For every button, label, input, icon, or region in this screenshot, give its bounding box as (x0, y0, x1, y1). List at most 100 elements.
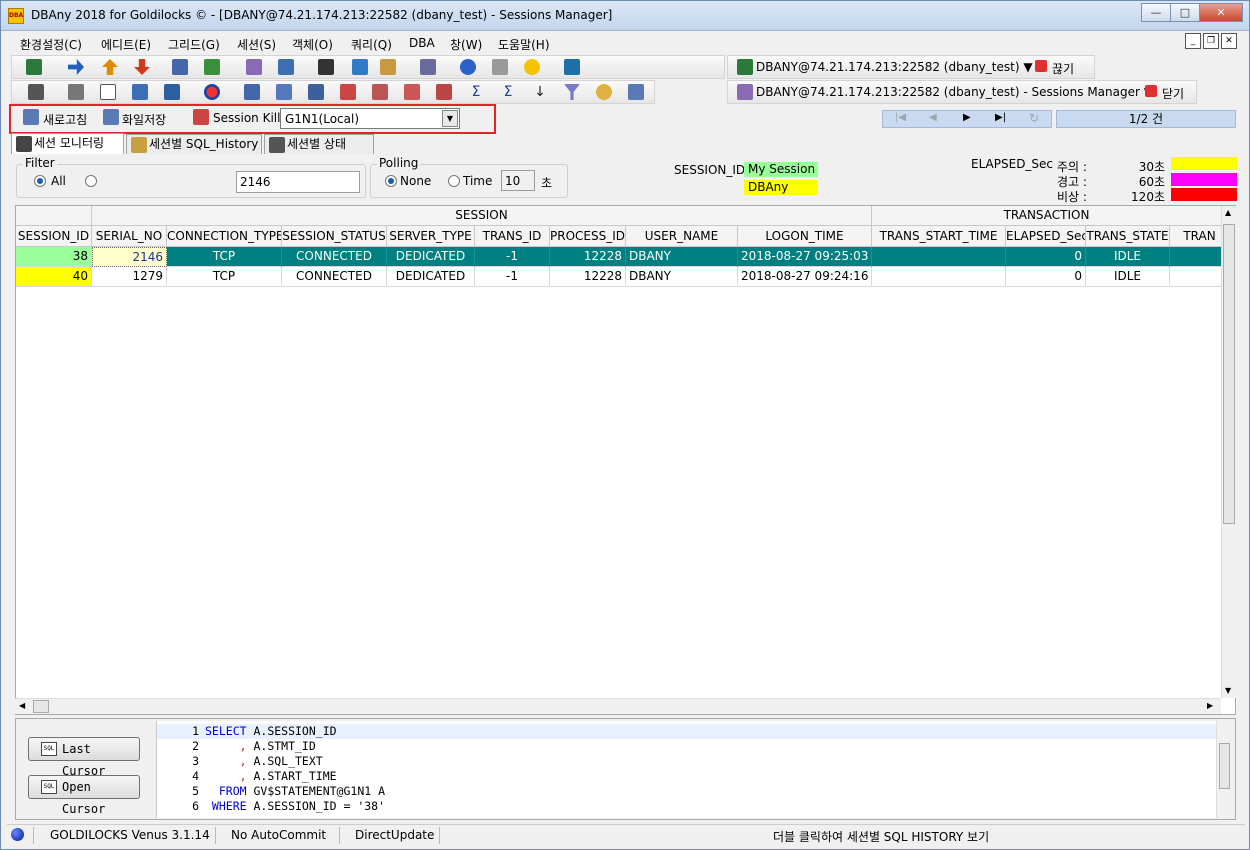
cell-connection-type[interactable]: TCP (167, 267, 282, 287)
chevron-down-icon[interactable]: ▼ (442, 110, 458, 127)
spreadsheet-icon[interactable] (204, 59, 220, 75)
cell-elapsed-sec[interactable]: 0 (1006, 267, 1086, 287)
scroll-right-icon[interactable]: ▶ (1207, 701, 1213, 710)
mdi-minimize-button[interactable]: _ (1185, 33, 1201, 49)
cell-connection-type[interactable]: TCP (167, 247, 282, 267)
cell-user-name[interactable]: DBANY (626, 267, 738, 287)
sql-scrollbar[interactable] (1216, 721, 1232, 818)
menu-query[interactable]: 쿼리(Q) (351, 36, 392, 53)
filter-all-radio[interactable] (34, 175, 46, 187)
cell-session-status[interactable]: CONNECTED (282, 267, 387, 287)
column-header-session-status[interactable]: SESSION_STATUS (282, 226, 387, 247)
bar-chart-icon[interactable] (318, 59, 334, 75)
polling-none-radio[interactable] (385, 175, 397, 187)
dba-logo-icon[interactable] (524, 59, 540, 75)
sort-icon[interactable]: ↓ (532, 84, 548, 100)
filter-icon[interactable] (564, 84, 580, 100)
column-header-elapsed-sec[interactable]: ELAPSED_Sec (1006, 226, 1086, 247)
download-icon[interactable] (134, 59, 150, 75)
menu-session[interactable]: 세션(S) (237, 36, 276, 53)
cell-session-status[interactable]: CONNECTED (282, 247, 387, 267)
cell-serial-no[interactable]: 2146 (92, 247, 167, 267)
cell-trans-start-time[interactable] (872, 247, 1006, 267)
menu-object[interactable]: 객체(O) (292, 36, 333, 53)
last-page-icon[interactable]: ▶| (995, 112, 1006, 123)
table-key-icon[interactable] (436, 84, 452, 100)
report-icon[interactable] (380, 59, 396, 75)
tab-session-status[interactable]: 세션별 상태 (264, 134, 374, 154)
column-header-trans-state[interactable]: TRANS_STATE (1086, 226, 1170, 247)
menu-dba[interactable]: DBA (409, 36, 435, 50)
scroll-up-icon[interactable]: ▲ (1225, 208, 1231, 217)
cell-trans-state[interactable]: IDLE (1086, 267, 1170, 287)
horizontal-scroll-thumb[interactable] (33, 700, 49, 713)
print-icon[interactable] (68, 84, 84, 100)
column-header-trans-start-time[interactable]: TRANS_START_TIME (872, 226, 1006, 247)
font-icon[interactable] (164, 84, 180, 100)
table-export-icon[interactable] (372, 84, 388, 100)
column-header-serial-no[interactable]: SERIAL_NO (92, 226, 167, 247)
last-cursor-button[interactable]: SQL Last Cursor (28, 737, 140, 778)
mdi-close-button[interactable]: ✕ (1221, 33, 1237, 49)
column-header-connection-type[interactable]: CONNECTION_TYPE (167, 226, 282, 247)
menu-edit[interactable]: 에디트(E) (101, 36, 151, 53)
maximize-button[interactable]: □ (1170, 3, 1200, 22)
filter-input[interactable]: 2146 (236, 171, 360, 193)
cell-session-id[interactable]: 40 (16, 267, 92, 287)
record-icon[interactable] (204, 84, 220, 100)
cell-user-name[interactable]: DBANY (626, 247, 738, 267)
disconnect-button[interactable]: 끊기 (1052, 60, 1074, 77)
column-header-server-type[interactable]: SERVER_TYPE (387, 226, 475, 247)
menu-grid[interactable]: 그리드(G) (168, 36, 220, 53)
cell-logon-time[interactable]: 2018-08-27 09:24:16 (738, 267, 872, 287)
menu-settings[interactable]: 환경설정(C) (20, 36, 82, 53)
arrow-right-icon[interactable] (68, 59, 84, 75)
sum-icon[interactable]: Σ (468, 84, 484, 100)
connect-icon[interactable] (26, 59, 42, 75)
tab-sql-history[interactable]: 세션별 SQL_History (126, 134, 262, 154)
window-list-icon[interactable] (628, 84, 644, 100)
column-header-session-id[interactable]: SESSION_ID (16, 226, 92, 247)
table-view-icon[interactable] (308, 84, 324, 100)
polling-time-input[interactable]: 10 (501, 170, 535, 191)
cell-logon-time[interactable]: 2018-08-27 09:25:03 (738, 247, 872, 267)
close-window-button[interactable]: ✕ (1199, 3, 1243, 22)
cell-trans-id[interactable]: -1 (475, 267, 550, 287)
close-doc-button[interactable]: 닫기 (1162, 85, 1184, 102)
filter-value-radio[interactable] (85, 175, 97, 187)
prev-page-icon[interactable]: ◀ (929, 112, 937, 123)
table-delete-icon[interactable] (340, 84, 356, 100)
polling-time-radio[interactable] (448, 175, 460, 187)
cell-session-id[interactable]: 38 (16, 247, 92, 267)
grid-horizontal-scrollbar[interactable]: ◀ ▶ (15, 698, 1221, 714)
list-icon[interactable] (172, 59, 188, 75)
scroll-down-icon[interactable]: ▼ (1225, 686, 1231, 695)
binoculars-icon[interactable] (420, 59, 436, 75)
window-selector[interactable]: DBANY@74.21.174.213:22582 (dbany_test) -… (756, 85, 1153, 99)
connection-selector[interactable]: DBANY@74.21.174.213:22582 (dbany_test) ▼ (756, 60, 1033, 74)
tools-icon[interactable] (28, 84, 44, 100)
sql-scroll-thumb[interactable] (1219, 743, 1230, 789)
users-icon[interactable] (246, 59, 262, 75)
first-page-icon[interactable]: |◀ (895, 112, 906, 123)
reload-icon[interactable]: ↻ (1029, 111, 1039, 125)
help-icon[interactable] (460, 59, 476, 75)
scroll-left-icon[interactable]: ◀ (19, 701, 25, 710)
tab-session-monitoring[interactable]: 세션 모니터링 (11, 133, 124, 154)
cell-trans-state[interactable]: IDLE (1086, 247, 1170, 267)
cell-process-id[interactable]: 12228 (550, 247, 626, 267)
cell-server-type[interactable]: DEDICATED (387, 267, 475, 287)
text-tool-icon[interactable] (132, 84, 148, 100)
sql-editor[interactable]: 1 SELECT A.SESSION_ID 2 , A.STMT_ID 3 , A.S… (156, 721, 1232, 818)
column-header-process-id[interactable]: PROCESS_ID (550, 226, 626, 247)
mdi-restore-button[interactable]: ❐ (1203, 33, 1219, 49)
column-header-logon-time[interactable]: LOGON_TIME (738, 226, 872, 247)
open-cursor-button[interactable]: SQL Open Cursor (28, 775, 140, 816)
column-header-trans-id[interactable]: TRANS_ID (475, 226, 550, 247)
instance-select[interactable]: G1N1(Local) ▼ (280, 108, 460, 129)
cell-process-id[interactable]: 12228 (550, 267, 626, 287)
minimize-button[interactable]: — (1141, 3, 1171, 22)
upload-icon[interactable] (102, 59, 118, 75)
menu-window[interactable]: 창(W) (450, 36, 482, 53)
sum-group-icon[interactable]: Σ (500, 84, 516, 100)
